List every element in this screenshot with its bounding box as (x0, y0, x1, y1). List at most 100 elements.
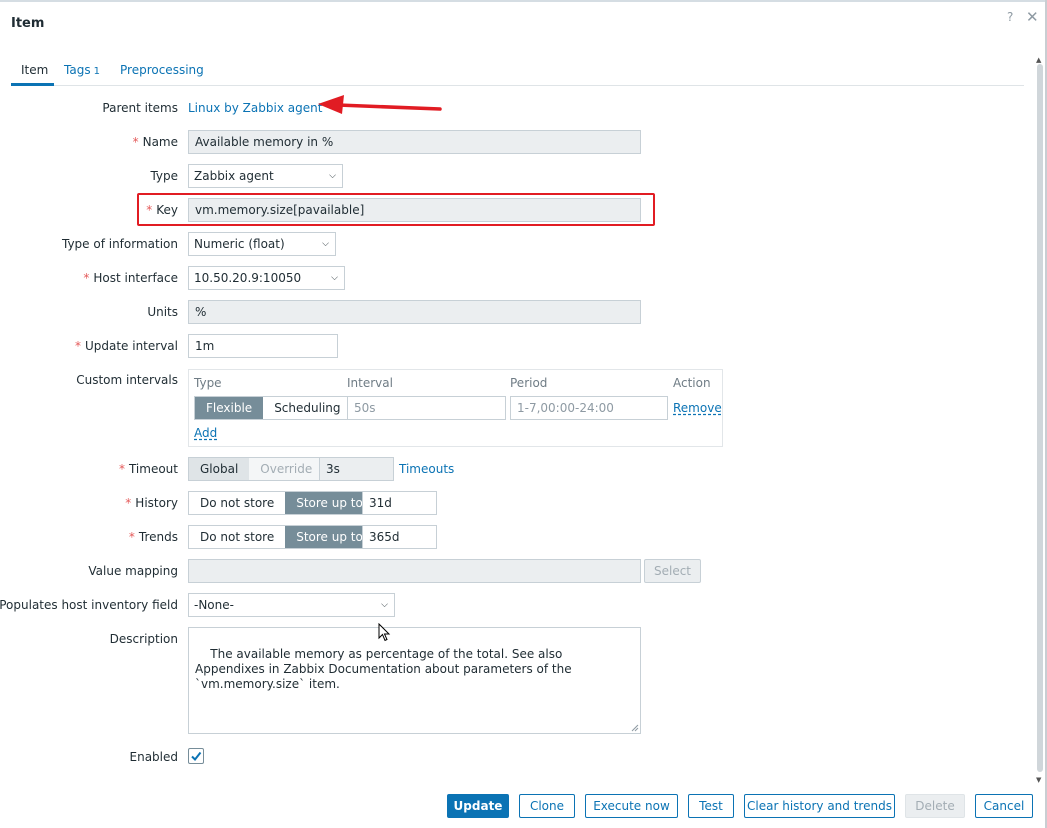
update-button[interactable]: Update (447, 794, 509, 818)
check-icon (191, 751, 202, 762)
cancel-button[interactable]: Cancel (975, 794, 1033, 818)
trends-do-not-store[interactable]: Do not store (189, 526, 286, 548)
test-button[interactable]: Test (688, 794, 734, 818)
ci-add-link[interactable]: Add (194, 426, 217, 440)
inventory-select[interactable]: -None- ⌵ (188, 593, 395, 617)
history-label-text: History (135, 496, 178, 510)
value-mapping-select-button[interactable]: Select (644, 559, 701, 583)
tab-tags[interactable]: Tags 1 (64, 63, 100, 77)
ci-header-type: Type (194, 376, 222, 390)
type-of-information-select[interactable]: Numeric (float) ⌵ (188, 232, 336, 256)
host-interface-value: 10.50.20.9:10050 (194, 271, 302, 285)
history-store-up-to[interactable]: Store up to (285, 492, 374, 514)
clone-button[interactable]: Clone (519, 794, 575, 818)
inventory-label: Populates host inventory field (0, 598, 178, 612)
ci-type-flexible[interactable]: Flexible (195, 397, 264, 419)
host-interface-label: * Host interface (83, 271, 178, 285)
key-field[interactable]: vm.memory.size[pavailable] (188, 198, 641, 222)
resize-handle-icon[interactable] (631, 724, 639, 732)
ci-interval-input[interactable]: 50s (347, 396, 506, 420)
tab-preprocessing-label: Preprocessing (120, 63, 204, 77)
timeout-label-text: Timeout (128, 462, 178, 476)
timeout-global-option[interactable]: Global (189, 458, 250, 480)
key-label: * Key (146, 203, 178, 217)
type-of-information-label: Type of information (61, 237, 178, 251)
tab-item-label: Item (21, 63, 49, 77)
update-interval-label-text: Update interval (84, 339, 178, 353)
help-icon[interactable]: ? (1007, 10, 1013, 24)
ci-header-period: Period (510, 376, 548, 390)
timeout-label: * Timeout (119, 462, 178, 476)
name-label-text: Name (142, 135, 178, 149)
custom-intervals-table: Type Interval Period Action Flexible Sch… (188, 369, 723, 447)
execute-now-button[interactable]: Execute now (585, 794, 678, 818)
ci-type-toggle: Flexible Scheduling (194, 396, 353, 420)
ci-header-action: Action (673, 376, 711, 390)
item-dialog: Item ? ✕ Item Tags 1 Preprocessing Parent… (0, 0, 1047, 828)
update-interval-input[interactable]: 1m (188, 334, 338, 358)
parent-items-link[interactable]: Linux by Zabbix agent (188, 101, 322, 115)
annotation-arrow-icon (318, 95, 442, 114)
host-interface-label-text: Host interface (93, 271, 178, 285)
description-textarea[interactable]: The available memory as percentage of th… (188, 627, 641, 734)
required-mark: * (118, 462, 125, 476)
scroll-down-icon[interactable]: ▼ (1036, 776, 1041, 784)
timeout-value-field[interactable]: 3s (319, 457, 394, 481)
delete-button[interactable]: Delete (905, 794, 965, 818)
custom-intervals-label: Custom intervals (76, 373, 178, 387)
tab-item[interactable]: Item (21, 63, 48, 77)
chevron-down-icon: ⌵ (322, 239, 329, 249)
required-mark: * (83, 271, 90, 285)
history-do-not-store[interactable]: Do not store (189, 492, 286, 514)
type-select-value: Zabbix agent (194, 169, 274, 183)
tab-tags-count: 1 (93, 66, 100, 77)
timeouts-link[interactable]: Timeouts (399, 462, 454, 476)
value-mapping-label: Value mapping (88, 564, 178, 578)
description-label: Description (109, 632, 178, 646)
units-field[interactable]: % (188, 300, 641, 324)
ci-header-interval: Interval (347, 376, 393, 390)
timeout-toggle: Global Override (188, 457, 325, 481)
scrollbar-thumb[interactable] (1037, 64, 1043, 772)
dialog-title: Item (11, 16, 45, 31)
timeout-override-option[interactable]: Override (249, 458, 324, 480)
trends-label-text: Trends (138, 530, 178, 544)
active-tab-indicator (11, 83, 54, 86)
tab-tags-label: Tags (64, 63, 91, 77)
ci-remove-link[interactable]: Remove (673, 401, 722, 415)
type-label: Type (150, 169, 178, 183)
history-toggle: Do not store Store up to (188, 491, 375, 515)
update-interval-label: * Update interval (75, 339, 178, 353)
name-field[interactable]: Available memory in % (188, 130, 641, 154)
required-mark: * (146, 203, 153, 217)
scroll-up-icon[interactable]: ▲ (1036, 56, 1041, 64)
enabled-label: Enabled (129, 750, 179, 764)
enabled-checkbox[interactable] (188, 748, 204, 764)
required-mark: * (128, 530, 135, 544)
clear-history-and-trends-button[interactable]: Clear history and trends (744, 794, 895, 818)
trends-value-input[interactable]: 365d (362, 525, 437, 549)
chevron-down-icon: ⌵ (329, 171, 336, 181)
required-mark: * (132, 135, 139, 149)
description-text: The available memory as percentage of th… (195, 647, 576, 691)
trends-label: * Trends (129, 530, 178, 544)
close-icon[interactable]: ✕ (1026, 8, 1039, 26)
chevron-down-icon: ⌵ (381, 600, 388, 610)
ci-type-scheduling[interactable]: Scheduling (263, 397, 352, 419)
name-label: * Name (133, 135, 178, 149)
tab-preprocessing[interactable]: Preprocessing (120, 63, 204, 77)
type-select[interactable]: Zabbix agent ⌵ (188, 164, 343, 188)
tab-bar: Item Tags 1 Preprocessing (11, 60, 1024, 86)
trends-toggle: Do not store Store up to (188, 525, 375, 549)
type-of-information-value: Numeric (float) (194, 237, 285, 251)
host-interface-select[interactable]: 10.50.20.9:10050 ⌵ (188, 266, 345, 290)
units-label: Units (147, 305, 178, 319)
required-mark: * (125, 496, 132, 510)
value-mapping-field[interactable] (188, 559, 641, 583)
top-border (0, 0, 1047, 2)
required-mark: * (74, 339, 81, 353)
trends-store-up-to[interactable]: Store up to (285, 526, 374, 548)
history-value-input[interactable]: 31d (362, 491, 437, 515)
ci-period-input[interactable]: 1-7,00:00-24:00 (510, 396, 668, 420)
chevron-down-icon: ⌵ (331, 273, 338, 283)
